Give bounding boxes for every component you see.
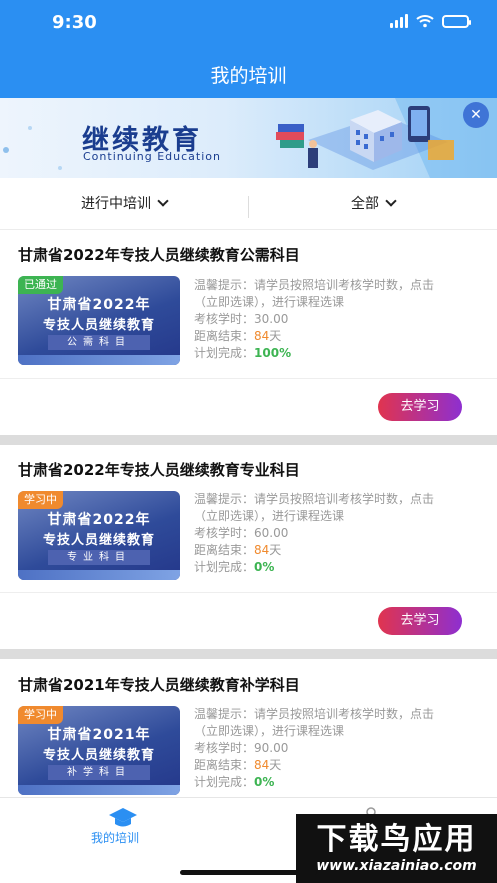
remaining-label: 距离结束： xyxy=(194,329,255,343)
tip-label: 温馨提示： xyxy=(194,278,255,292)
banner-subtitle: Continuing Education xyxy=(83,150,221,163)
course-title[interactable]: 甘肃省2022年专技人员继续教育公需科目 xyxy=(18,244,300,265)
thumbnail-line-3: 专业科目 xyxy=(48,550,150,565)
tip-text: 请学员按照培训考核学时数，点击 xyxy=(254,492,435,506)
hours-value: 60.00 xyxy=(254,526,289,540)
days-unit: 天 xyxy=(269,758,282,772)
tab-my-training[interactable]: 我的培训 xyxy=(91,829,139,846)
tip-text-2: （立即选课），进行课程选课 xyxy=(194,509,345,523)
home-indicator xyxy=(180,870,317,875)
tip-label: 温馨提示： xyxy=(194,707,255,721)
days-unit: 天 xyxy=(269,329,282,343)
watermark-url: www.xiazainiao.com xyxy=(316,858,477,874)
thumbnail-line-3: 公需科目 xyxy=(48,335,150,350)
chevron-down-icon xyxy=(385,195,397,207)
progress-label: 计划完成： xyxy=(194,775,255,789)
tip-text: 请学员按照培训考核学时数，点击 xyxy=(254,278,435,292)
watermark: 下载鸟应用 www.xiazainiao.com xyxy=(296,814,497,883)
thumbnail-decoration xyxy=(18,570,180,580)
graduation-cap-icon[interactable] xyxy=(108,807,138,829)
remaining-label: 距离结束： xyxy=(194,543,255,557)
progress-value: 0% xyxy=(254,560,275,574)
tip-label: 温馨提示： xyxy=(194,492,255,506)
status-filter-label: 进行中培训 xyxy=(81,196,151,212)
battery-icon xyxy=(442,14,471,28)
thumbnail-line-2: 专技人员继续教育 xyxy=(42,318,155,333)
progress-label: 计划完成： xyxy=(194,560,255,574)
thumbnail-line-1: 甘肃省2022年 xyxy=(47,512,151,528)
status-badge: 已通过 xyxy=(18,276,63,294)
wifi-icon xyxy=(416,15,434,28)
thumbnail-decoration xyxy=(18,355,180,365)
thumbnail-line-2: 专技人员继续教育 xyxy=(42,533,155,548)
category-filter-label: 全部 xyxy=(351,196,379,212)
hours-label: 考核学时： xyxy=(194,312,255,326)
section-gap xyxy=(0,649,497,659)
tip-text: 请学员按照培训考核学时数，点击 xyxy=(254,707,435,721)
remaining-label: 距离结束： xyxy=(194,758,255,772)
thumbnail-decoration xyxy=(18,785,180,795)
category-filter-dropdown[interactable]: 全部 xyxy=(249,178,497,230)
status-time: 9:30 xyxy=(52,12,97,33)
card-divider xyxy=(0,592,497,593)
hours-label: 考核学时： xyxy=(194,526,255,540)
education-illustration xyxy=(276,106,454,170)
watermark-title: 下载鸟应用 xyxy=(316,822,477,857)
section-gap xyxy=(0,435,497,445)
app-header: 9:30 我的培训 xyxy=(0,0,497,98)
go-study-button[interactable]: 去学习 xyxy=(378,607,462,635)
signal-icon xyxy=(390,14,408,28)
course-thumbnail[interactable]: 甘肃省2022年 专技人员继续教育 专业科目 学习中 xyxy=(18,491,180,580)
progress-value: 100% xyxy=(254,346,292,360)
course-title[interactable]: 甘肃省2022年专技人员继续教育专业科目 xyxy=(18,459,300,480)
course-thumbnail[interactable]: 甘肃省2022年 专技人员继续教育 公需科目 已通过 xyxy=(18,276,180,365)
status-badge: 学习中 xyxy=(18,491,63,509)
thumbnail-line-2: 专技人员继续教育 xyxy=(42,748,155,763)
filter-divider xyxy=(248,196,249,218)
page-title: 我的培训 xyxy=(210,65,287,87)
hours-label: 考核学时： xyxy=(194,741,255,755)
remaining-days: 84 xyxy=(254,543,270,557)
remaining-days: 84 xyxy=(254,329,270,343)
thumbnail-line-1: 甘肃省2021年 xyxy=(47,727,151,743)
status-filter-dropdown[interactable]: 进行中培训 xyxy=(0,178,248,230)
course-title[interactable]: 甘肃省2021年专技人员继续教育补学科目 xyxy=(18,674,300,695)
hours-value: 90.00 xyxy=(254,741,289,755)
tip-text-2: （立即选课），进行课程选课 xyxy=(194,724,345,738)
status-icons xyxy=(390,14,471,28)
hours-value: 30.00 xyxy=(254,312,289,326)
thumbnail-line-3: 补学科目 xyxy=(48,765,150,780)
banner-close-button[interactable]: ✕ xyxy=(463,102,489,128)
course-thumbnail[interactable]: 甘肃省2021年 专技人员继续教育 补学科目 学习中 xyxy=(18,706,180,795)
course-info: 温馨提示：请学员按照培训考核学时数，点击 （立即选课），进行课程选课 考核学时：… xyxy=(194,491,484,576)
progress-label: 计划完成： xyxy=(194,346,255,360)
go-study-button[interactable]: 去学习 xyxy=(378,393,462,421)
thumbnail-line-1: 甘肃省2022年 xyxy=(47,297,151,313)
remaining-days: 84 xyxy=(254,758,270,772)
progress-value: 0% xyxy=(254,775,275,789)
status-badge: 学习中 xyxy=(18,706,63,724)
tip-text-2: （立即选课），进行课程选课 xyxy=(194,295,345,309)
course-info: 温馨提示：请学员按照培训考核学时数，点击 （立即选课），进行课程选课 考核学时：… xyxy=(194,706,484,791)
chevron-down-icon xyxy=(157,195,169,207)
course-info: 温馨提示：请学员按照培训考核学时数，点击 （立即选课），进行课程选课 考核学时：… xyxy=(194,277,484,362)
card-divider xyxy=(0,378,497,379)
days-unit: 天 xyxy=(269,543,282,557)
